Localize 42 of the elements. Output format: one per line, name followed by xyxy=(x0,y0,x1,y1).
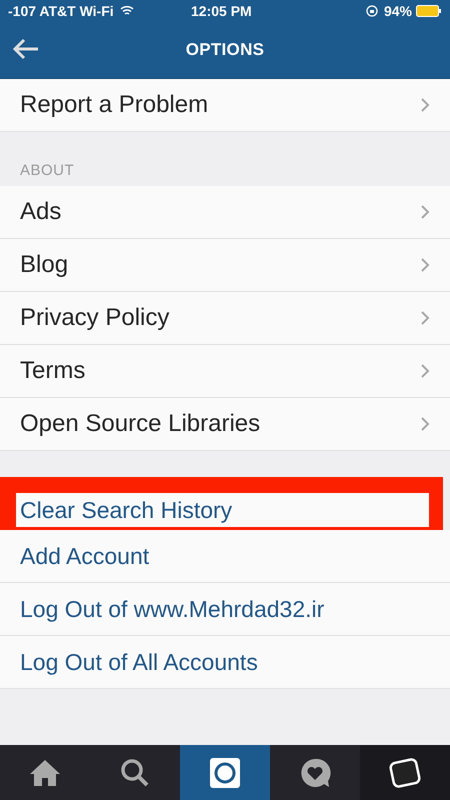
menu-label: Report a Problem xyxy=(20,91,208,119)
wifi-icon xyxy=(120,6,134,16)
search-icon xyxy=(120,758,150,788)
menu-row[interactable]: Blog xyxy=(0,239,450,292)
menu-row[interactable]: Terms xyxy=(0,345,450,398)
chevron-icon xyxy=(420,257,430,273)
time-text: 12:05 PM xyxy=(191,3,252,19)
chevron-icon xyxy=(420,363,430,379)
menu-row[interactable]: Privacy Policy xyxy=(0,292,450,345)
menu-label: Add Account xyxy=(20,542,150,570)
chevron-icon xyxy=(420,416,430,432)
back-arrow-icon xyxy=(12,38,40,60)
section-header: ABOUT xyxy=(19,161,76,181)
rotation-lock-icon xyxy=(366,5,378,17)
battery-text: 94% xyxy=(384,3,412,19)
menu-label: Privacy Policy xyxy=(20,304,170,332)
menu-label: Terms xyxy=(20,357,86,385)
menu-row[interactable]: Log Out of All Accounts xyxy=(0,636,450,689)
carrier-text: -107 AT&T Wi-Fi xyxy=(8,3,114,19)
battery-icon xyxy=(416,5,442,17)
chevron-icon xyxy=(420,310,430,326)
heart-bubble-icon xyxy=(299,756,331,788)
menu-row[interactable]: Log Out of www.Mehrdad32.ir xyxy=(0,583,450,636)
tab-button[interactable] xyxy=(180,745,270,800)
chevron-icon xyxy=(420,97,430,113)
menu-row[interactable]: Add Account xyxy=(0,530,450,583)
menu-row[interactable]: Clear Search History xyxy=(16,493,429,527)
screen-title: OPTIONS xyxy=(186,40,264,60)
home-icon xyxy=(29,758,61,786)
menu-row[interactable]: Report a Problem xyxy=(0,79,450,132)
menu-label: Clear Search History xyxy=(20,496,232,524)
chevron-icon xyxy=(420,204,430,220)
menu-row[interactable]: Open Source Libraries xyxy=(0,398,450,451)
menu-label: Log Out of All Accounts xyxy=(20,648,258,676)
camera-icon xyxy=(209,756,241,788)
profile-photo-icon xyxy=(389,756,421,788)
menu-label: Ads xyxy=(20,198,62,226)
menu-label: Blog xyxy=(20,251,68,279)
menu-row[interactable]: Ads xyxy=(0,186,450,239)
menu-label: Open Source Libraries xyxy=(20,410,260,438)
tab-button[interactable] xyxy=(360,745,450,800)
menu-label: Log Out of www.Mehrdad32.ir xyxy=(20,596,324,622)
